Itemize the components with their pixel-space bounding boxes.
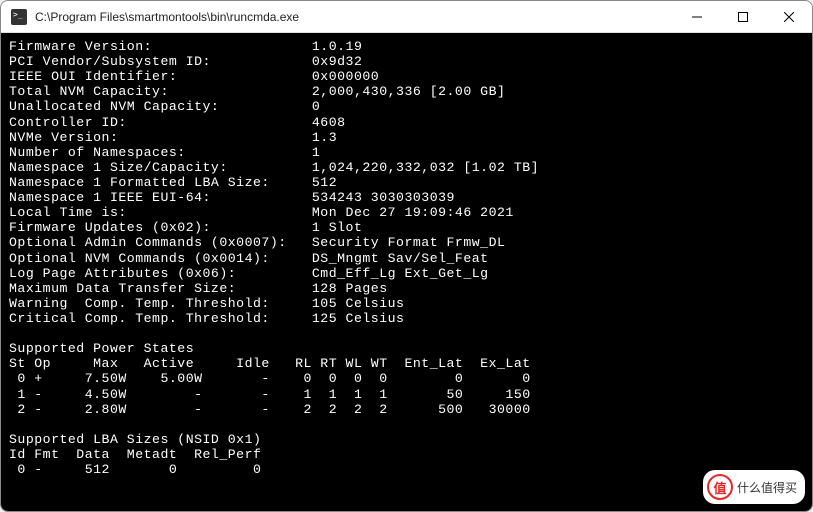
watermark: 值 什么值得买 [703,470,805,504]
window-title: C:\Program Files\smartmontools\bin\runcm… [35,10,674,24]
maximize-button[interactable] [720,1,766,33]
titlebar: C:\Program Files\smartmontools\bin\runcm… [1,1,812,33]
terminal-icon [11,9,27,25]
watermark-text: 什么值得买 [737,479,797,496]
terminal-window: C:\Program Files\smartmontools\bin\runcm… [0,0,813,512]
close-button[interactable] [766,1,812,33]
minimize-button[interactable] [674,1,720,33]
terminal-output: Firmware Version: 1.0.19 PCI Vendor/Subs… [1,33,812,511]
watermark-badge: 值 [707,474,733,500]
